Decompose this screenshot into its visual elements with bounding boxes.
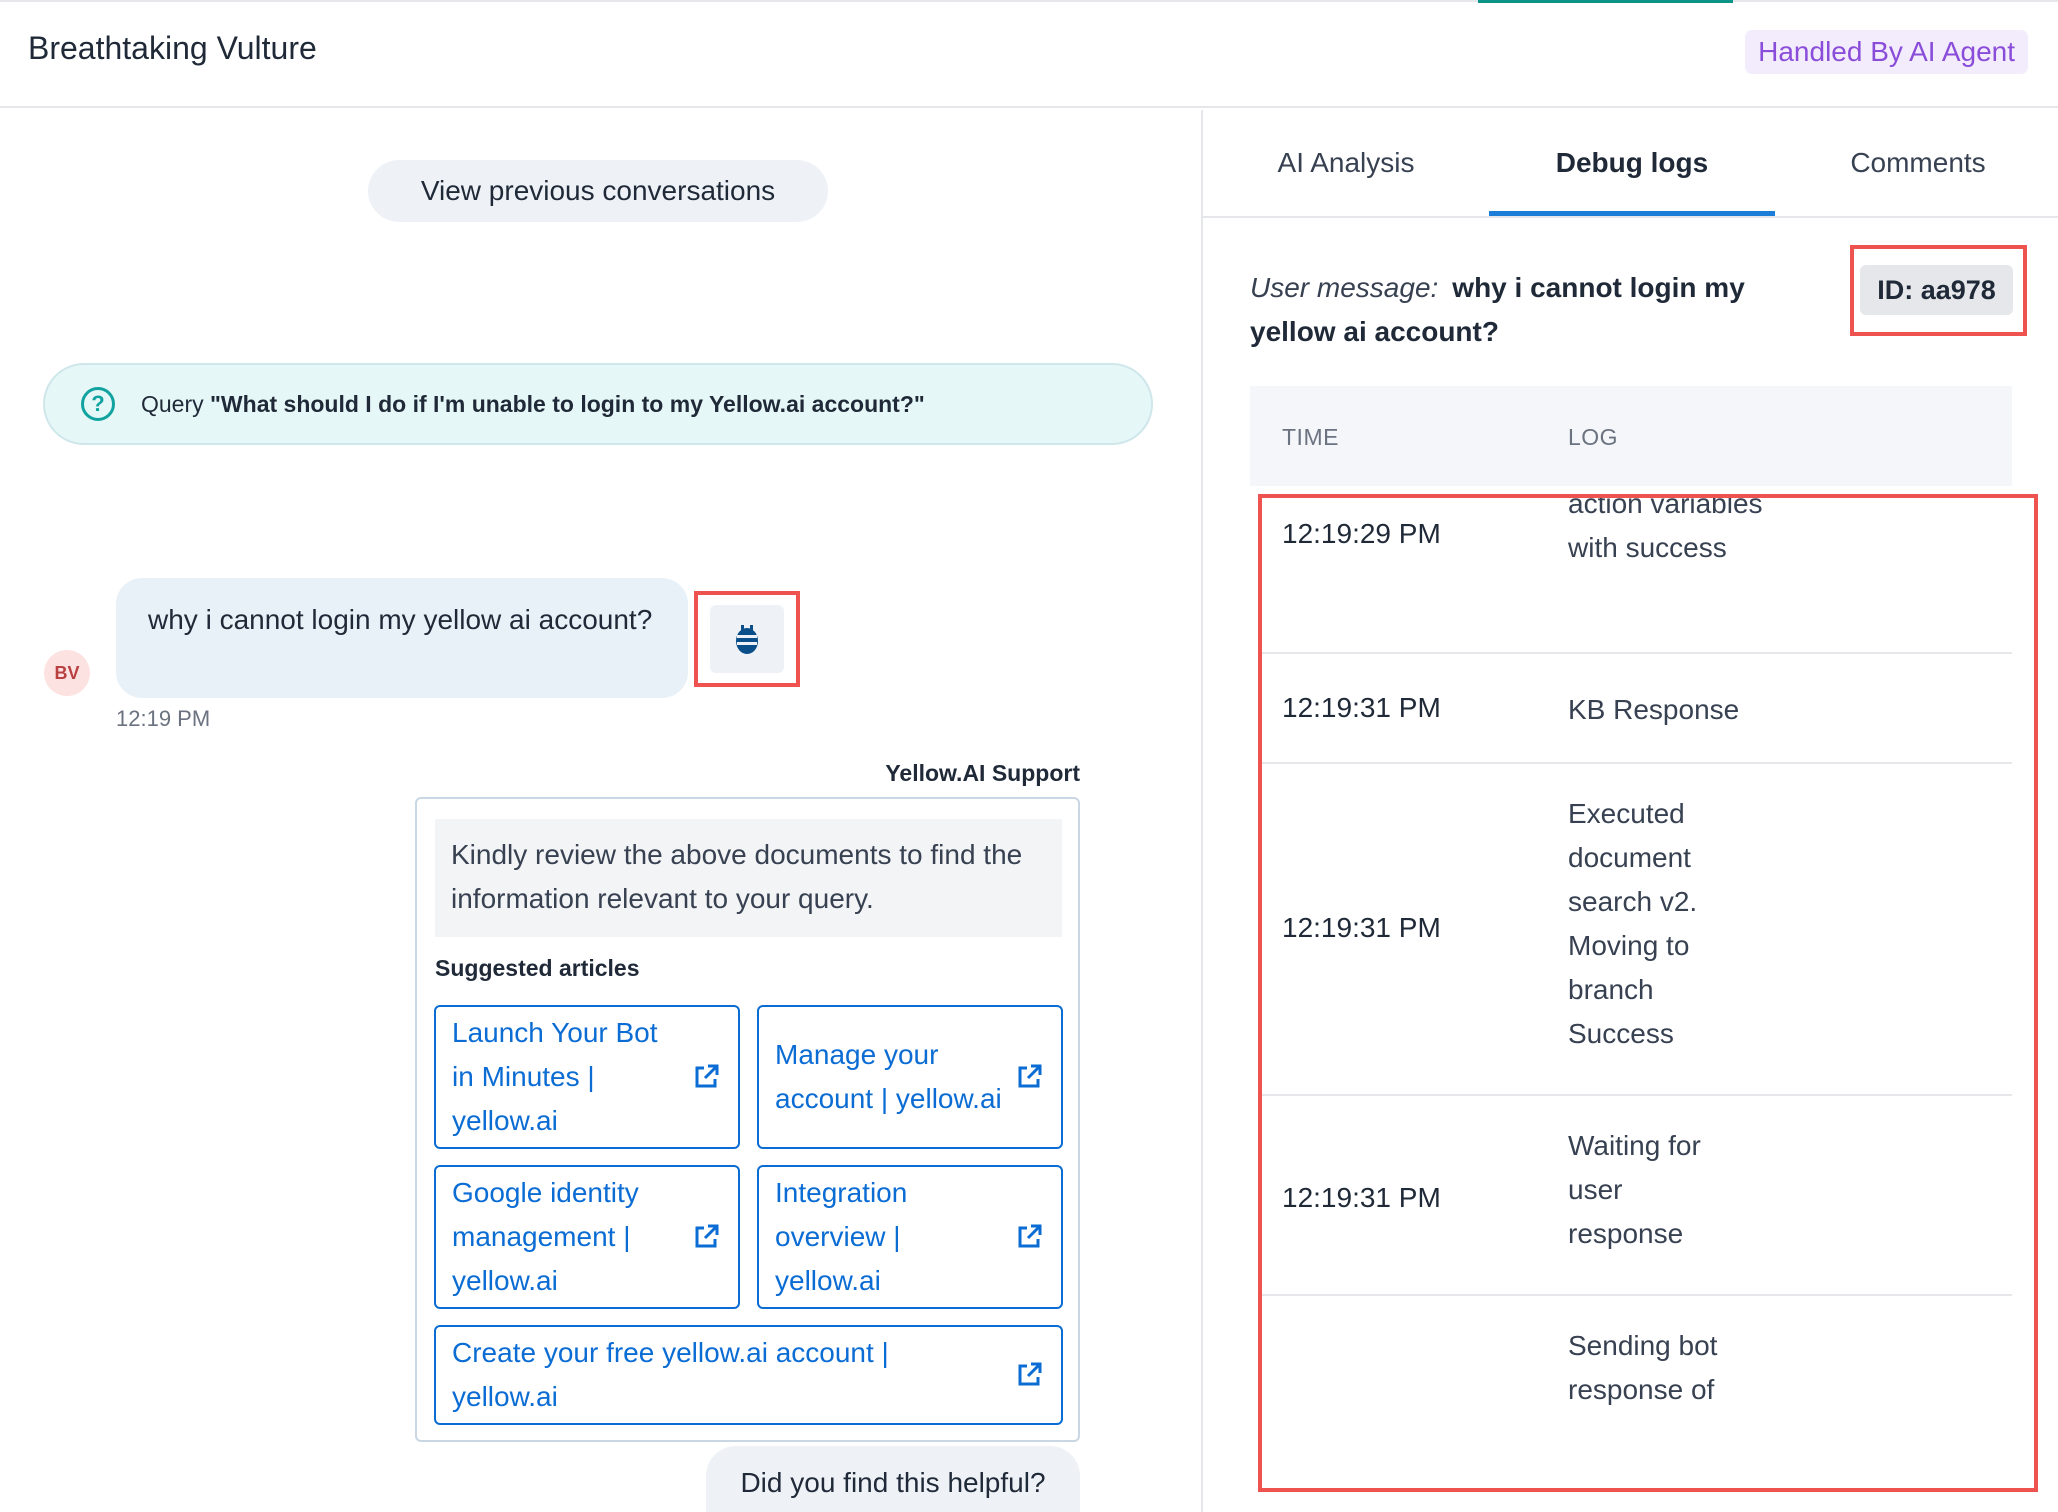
debug-button[interactable] (710, 605, 784, 673)
top-border (0, 0, 2058, 2)
article-card[interactable]: Create your free yellow.ai account | yel… (434, 1325, 1063, 1425)
tab-debug-logs[interactable]: Debug logs (1489, 110, 1775, 218)
log-row: 12:19:31 PM KB Response (1260, 654, 2012, 764)
article-title: Google identity management | yellow.ai (452, 1177, 639, 1296)
log-table-header: TIME LOG (1250, 386, 2012, 486)
handled-by-badge: Handled By AI Agent (1745, 30, 2028, 74)
bot-sender-name: Yellow.AI Support (885, 760, 1080, 786)
log-table-body: 12:19:29 PM action variables with succes… (1260, 496, 2012, 1512)
message-id-highlight: ID: aa978 (1850, 245, 2027, 336)
article-card[interactable]: Integration overview | yellow.ai (757, 1165, 1063, 1309)
article-title: Create your free yellow.ai account | yel… (452, 1337, 889, 1412)
time-column-header: TIME (1282, 424, 1339, 450)
top-accent-line (1478, 0, 1733, 3)
user-message-bubble: why i cannot login my yellow ai account? (116, 578, 688, 698)
log-text: KB Response (1568, 694, 1740, 725)
query-value: "What should I do if I'm unable to login… (210, 390, 925, 417)
feedback-prompt: Did you find this helpful? (706, 1446, 1080, 1512)
bug-icon (736, 625, 758, 654)
bot-message-card: Kindly review the above documents to fin… (415, 797, 1080, 1442)
article-card[interactable]: Google identity management | yellow.ai (434, 1165, 740, 1309)
article-title: Manage your account | yellow.ai (775, 1039, 1002, 1114)
query-text: Query "What should I do if I'm unable to… (141, 391, 925, 418)
bot-message-text: Kindly review the above documents to fin… (435, 819, 1062, 937)
log-time: 12:19:31 PM (1282, 1182, 1441, 1213)
tab-ai-analysis[interactable]: AI Analysis (1203, 110, 1489, 218)
log-row: 12:19:29 PM action variables with succes… (1260, 496, 2012, 654)
debug-highlight (694, 591, 800, 687)
log-row: 12:19:31 PM Executed document search v2.… (1260, 764, 2012, 1096)
active-tab-indicator (1489, 211, 1775, 216)
external-link-icon (1018, 1362, 1042, 1386)
log-column-header: LOG (1568, 424, 1619, 450)
query-prefix: Query (141, 390, 204, 417)
pane-divider (1201, 110, 1203, 1512)
user-message-time: 12:19 PM (116, 706, 211, 731)
view-previous-conversations-button[interactable]: View previous conversations (368, 160, 828, 222)
message-id-chip[interactable]: ID: aa978 (1860, 265, 2013, 315)
article-card[interactable]: Launch Your Bot in Minutes | yellow.ai (434, 1005, 740, 1149)
external-link-icon (1018, 1224, 1042, 1248)
log-time: 12:19:29 PM (1282, 518, 1441, 549)
log-text: action variables with success (1568, 496, 1763, 563)
log-text: Sending bot response of (1568, 1330, 1718, 1405)
debug-user-message: User message: why i cannot login my yello… (1250, 266, 1830, 354)
suggested-articles-label: Suggested articles (435, 955, 640, 981)
query-banner: ? Query "What should I do if I'm unable … (43, 363, 1153, 445)
article-title: Launch Your Bot in Minutes | yellow.ai (452, 1017, 658, 1136)
log-text: Executed document search v2. Moving to b… (1568, 798, 1698, 1049)
log-row: 12:19:31 PM Waiting for user response (1260, 1096, 2012, 1296)
panel-tabs: AI Analysis Debug logs Comments (1203, 110, 2058, 218)
external-link-icon (1018, 1064, 1042, 1088)
avatar: BV (44, 650, 90, 696)
user-message-label: User message: (1250, 272, 1439, 303)
external-link-icon (695, 1064, 719, 1088)
header-bar: Breathtaking Vulture Handled By AI Agent (0, 0, 2058, 108)
log-time: 12:19:31 PM (1282, 912, 1441, 943)
question-icon: ? (81, 387, 115, 421)
article-card[interactable]: Manage your account | yellow.ai (757, 1005, 1063, 1149)
log-text: Waiting for user response (1568, 1130, 1701, 1249)
conversation-title: Breathtaking Vulture (28, 30, 317, 66)
log-time: 12:19:31 PM (1282, 692, 1441, 723)
article-title: Integration overview | yellow.ai (775, 1177, 908, 1296)
log-row: Sending bot response of (1260, 1296, 2012, 1512)
tab-comments[interactable]: Comments (1775, 110, 2058, 218)
external-link-icon (695, 1224, 719, 1248)
